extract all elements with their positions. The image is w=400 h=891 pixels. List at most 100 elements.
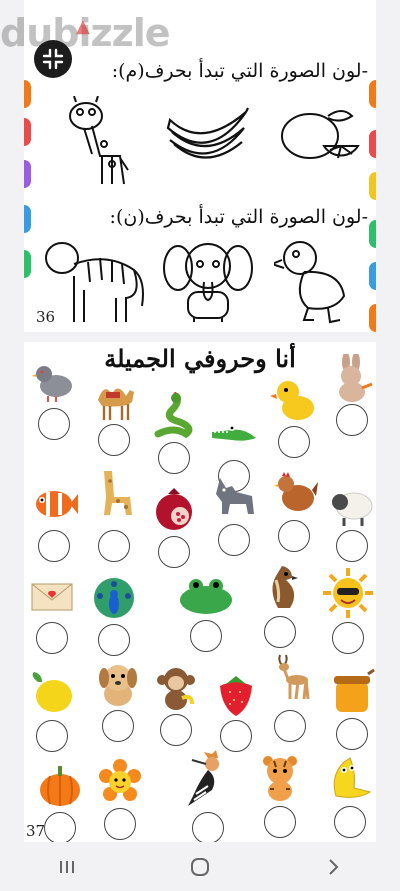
answer-circle[interactable] <box>158 536 190 568</box>
lemon-icon <box>32 672 72 712</box>
answer-circle[interactable] <box>218 524 250 556</box>
home-button[interactable] <box>180 847 220 887</box>
answer-circle[interactable] <box>160 714 192 746</box>
answer-circle[interactable] <box>98 624 130 656</box>
banana-item <box>322 748 376 838</box>
side-tab <box>369 304 376 332</box>
sheep-item <box>324 480 376 562</box>
side-tab <box>369 220 376 248</box>
side-tab <box>24 250 31 278</box>
answer-circle[interactable] <box>102 710 134 742</box>
answer-circle[interactable] <box>158 442 190 474</box>
hen-item <box>266 470 322 552</box>
sun-icon <box>323 568 373 618</box>
puppy-icon <box>99 665 137 706</box>
answer-circle[interactable] <box>274 710 306 742</box>
pomegranate-icon <box>156 488 192 530</box>
side-tab <box>24 80 31 108</box>
page-number: 37 <box>26 822 46 840</box>
answer-circle[interactable] <box>104 808 136 840</box>
recent-apps-icon <box>59 861 74 873</box>
answer-circle[interactable] <box>192 812 224 842</box>
answer-circle[interactable] <box>36 622 68 654</box>
answer-circle[interactable] <box>336 404 368 436</box>
hen-icon <box>274 472 318 511</box>
honey-jar-icon <box>334 668 375 712</box>
envelope-icon <box>31 583 73 611</box>
duck-outline-icon <box>274 241 346 324</box>
answer-circle[interactable] <box>44 812 76 842</box>
wolf-icon <box>216 478 254 514</box>
crocodile-icon <box>212 425 256 441</box>
answer-circle[interactable] <box>278 426 310 458</box>
monkey-icon <box>157 668 195 710</box>
worksheet-page-37: أنا وحروفي الجميلة 37 <box>24 342 376 842</box>
answer-circle[interactable] <box>336 530 368 562</box>
answer-circle[interactable] <box>332 622 364 654</box>
answer-circle[interactable] <box>336 718 368 750</box>
side-tab <box>369 130 376 158</box>
lemon-item <box>24 670 80 752</box>
system-navigation-bar <box>0 843 400 891</box>
pigeon-item <box>26 358 82 440</box>
answer-circle[interactable] <box>264 616 296 648</box>
camel-icon <box>98 388 134 420</box>
strawberry-item <box>208 670 264 752</box>
hoopoe-item <box>176 750 240 842</box>
answer-circle[interactable] <box>98 424 130 456</box>
back-icon <box>329 859 339 875</box>
back-button[interactable] <box>313 847 353 887</box>
sheep-icon <box>332 492 373 526</box>
dubizzle-watermark: dubizzle ▲ <box>0 8 171 58</box>
side-tab <box>24 160 31 188</box>
answer-circle[interactable] <box>98 530 130 562</box>
pumpkin-icon <box>40 766 80 806</box>
falcon-icon <box>272 566 298 608</box>
gazelle-item <box>262 646 318 742</box>
answer-circle[interactable] <box>36 720 68 752</box>
answer-circle[interactable] <box>264 806 296 838</box>
collapse-button[interactable] <box>34 40 72 78</box>
duckling-item <box>266 376 322 458</box>
side-tab <box>369 172 376 200</box>
peacock-icon <box>94 578 134 618</box>
honey-jar-item <box>324 668 376 750</box>
side-tab <box>24 118 31 146</box>
clownfish-icon <box>36 491 78 517</box>
page-number: 36 <box>36 308 56 326</box>
side-tab <box>369 262 376 290</box>
tiger-cub-icon <box>263 756 297 801</box>
answer-circle[interactable] <box>334 806 366 838</box>
answer-circle[interactable] <box>190 620 222 652</box>
banana-icon <box>333 757 372 798</box>
answer-circle[interactable] <box>38 408 70 440</box>
flower-item <box>92 758 148 840</box>
clownfish-item <box>26 480 82 562</box>
pomegranate-item <box>146 486 202 568</box>
duckling-icon <box>270 381 314 420</box>
home-icon <box>190 858 209 876</box>
elephant-outline-icon <box>163 243 253 322</box>
frog-icon <box>180 579 232 614</box>
giraffe-item <box>86 454 142 562</box>
hoopoe-icon <box>188 750 219 806</box>
answer-circle[interactable] <box>38 530 70 562</box>
camel-item <box>86 374 142 456</box>
monkey-item <box>148 664 204 746</box>
lemon-outline-icon <box>281 110 360 159</box>
recent-apps-button[interactable] <box>47 847 87 887</box>
snake-icon <box>154 392 193 439</box>
frog-item <box>174 570 238 652</box>
flame-icon: ▲ <box>76 16 90 37</box>
gazelle-icon <box>278 654 310 700</box>
giraffe-outline-icon <box>69 96 129 185</box>
envelope-item <box>24 572 80 654</box>
answer-circle[interactable] <box>278 520 310 552</box>
side-tab <box>369 80 376 108</box>
sun-item <box>320 566 376 654</box>
pigeon-icon <box>32 366 72 402</box>
bananas-outline-icon <box>166 107 249 159</box>
answer-circle[interactable] <box>220 720 252 752</box>
instruction-letter-m: -لون الصورة التي تبدأ بحرف(م): <box>111 60 368 82</box>
puppy-item <box>90 660 146 742</box>
